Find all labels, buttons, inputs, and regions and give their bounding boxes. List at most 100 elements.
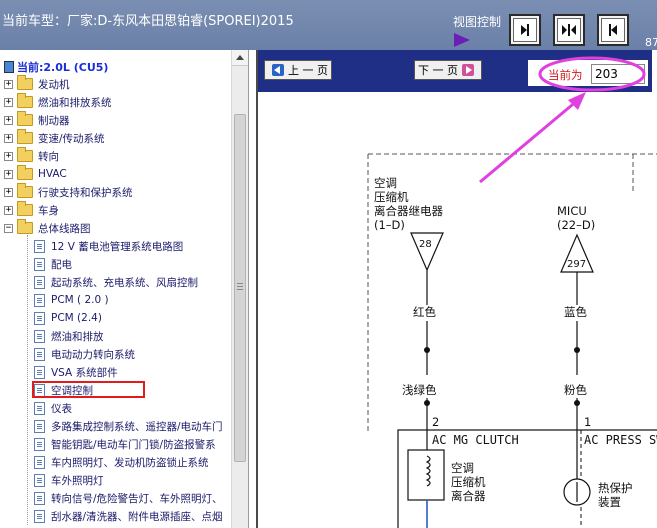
left-wire-color-2: 浅绿色 [402,383,437,397]
left-component-line4: (1–D) [374,218,405,232]
press-switch-label: AC PRESS SW [584,433,657,447]
expand-icon[interactable]: + [4,97,13,107]
title-bar: 当前车型：厂家:D-东风本田思铂睿(SPOREI)2015 视图控制 87 [0,0,657,50]
document-icon [34,491,45,505]
split-arrows-icon [562,24,576,36]
folder-icon [17,147,33,162]
press-desc-line2: 装置 [598,495,621,509]
tree-folder-transmission[interactable]: + 变速/传动系统 [4,129,105,147]
tree-doc[interactable]: 车外照明灯 [34,471,104,489]
clutch-desc-line2: 压缩机 [451,475,486,489]
tree-doc[interactable]: 燃油和排放 [34,327,104,345]
navigation-tree[interactable]: 当前:2.0L (CU5) + 发动机 + 燃油和排放系统 + 制动器 + 变速/传动系… [0,50,248,528]
right-wire-color-1: 蓝色 [564,305,587,319]
left-component-line3: 离合器继电器 [374,204,443,218]
prev-page-button[interactable]: 上 一 页 [264,60,332,80]
tree-folder-fuel[interactable]: + 燃油和排放系统 [4,93,112,111]
document-icon [34,365,45,379]
arrow-right-icon [462,64,474,76]
folder-icon [17,201,33,216]
tree-doc[interactable]: 12 V 蓄电池管理系统电路图 [34,237,183,255]
tree-folder-driving-support[interactable]: + 行驶支持和保护系统 [4,183,133,201]
tree-scrollbar[interactable] [231,50,248,528]
tree-doc[interactable]: 仪表 [34,399,72,417]
next-page-button[interactable]: 下 一 页 [414,60,482,80]
document-icon [34,311,45,325]
right-component-line2: (22–D) [557,218,595,232]
tree-doc[interactable]: 转向信号/危险警告灯、车外照明灯、 [34,489,223,507]
tree-doc[interactable]: 多路集成控制系统、遥控器/电动车门 [34,417,223,435]
view-next-button[interactable] [509,14,541,46]
folder-icon [17,93,33,108]
document-icon [34,347,45,361]
view-control-label: 视图控制 [453,15,502,29]
tree-folder-wiring[interactable]: − 总体线路图 [4,219,91,237]
tree-doc[interactable]: 配电 [34,255,72,273]
tree-guide-line [27,235,28,525]
tree-folder-engine[interactable]: + 发动机 [4,75,70,93]
folder-icon [17,129,33,144]
scrollbar-thumb[interactable] [234,114,246,462]
document-icon [34,293,45,307]
expand-icon[interactable]: + [4,115,13,125]
coil-icon [407,449,445,501]
tree-doc[interactable]: PCM (2.4) [34,309,102,327]
clutch-desc-line3: 离合器 [451,489,486,503]
document-icon [34,419,45,433]
tree-doc[interactable]: VSA 系统部件 [34,363,118,381]
current-page-box: 当前为 [528,60,648,86]
left-pin-number: 2 [432,415,439,429]
computer-icon [4,61,14,73]
panel-splitter[interactable] [248,50,258,528]
selection-highlight-box [32,381,145,398]
clutch-desc-line1: 空调 [451,461,474,475]
document-icon [34,239,45,253]
tree-doc[interactable]: 智能钥匙/电动车门门锁/防盗报警系 [34,435,216,453]
tree-folder-brakes[interactable]: + 制动器 [4,111,70,129]
arrow-left-icon [272,64,284,76]
view-prev-button[interactable] [597,14,629,46]
arrow-right-bar-icon [521,24,529,36]
left-component-line1: 空调 [374,176,397,190]
document-icon [34,401,45,415]
tree-doc[interactable]: 电动动力转向系统 [34,345,135,363]
expand-icon[interactable]: + [4,169,13,179]
tree-doc[interactable]: 起动系统、充电系统、风扇控制 [34,273,198,291]
folder-icon [17,165,33,180]
tree-folder-body[interactable]: + 车身 [4,201,59,219]
right-connector-number: 297 [567,259,586,270]
expand-icon[interactable]: + [4,133,13,143]
scroll-up-arrow-icon[interactable] [232,50,248,66]
document-icon [34,509,45,523]
view-split-button[interactable] [553,14,585,46]
collapse-icon[interactable]: − [4,223,13,233]
folder-open-icon [17,219,33,234]
right-pin-number: 1 [584,415,591,429]
arrow-left-bar-icon [609,24,617,36]
document-icon [34,275,45,289]
folder-icon [17,111,33,126]
document-icon [34,455,45,469]
expand-icon[interactable]: + [4,205,13,215]
tree-doc[interactable]: PCM ( 2.0 ) [34,291,109,309]
wiring-diagram: 空调 压缩机 离合器继电器 (1–D) MICU (22–D) 28 297 红… [258,92,657,528]
vehicle-model-text: 当前车型：厂家:D-东风本田思铂睿(SPOREI)2015 [2,14,294,29]
tree-folder-hvac[interactable]: + HVAC [4,165,67,183]
folder-icon [17,183,33,198]
expand-icon[interactable]: + [4,187,13,197]
tree-doc[interactable]: 刮水器/清洗器、附件电源插座、点烟 [34,507,223,525]
clutch-label: AC MG CLUTCH [432,433,519,447]
tree-doc[interactable]: 车内照明灯、发动机防盗锁止系统 [34,453,209,471]
expand-icon[interactable]: + [4,151,13,161]
left-component-line2: 压缩机 [374,190,409,204]
folder-icon [17,75,33,90]
document-icon [34,437,45,451]
document-icon [34,473,45,487]
tree-folder-steering[interactable]: + 转向 [4,147,59,165]
expand-icon[interactable]: + [4,79,13,89]
press-desc-line1: 热保护 [598,481,633,495]
document-icon [34,329,45,343]
right-wire-color-2: 粉色 [564,383,587,397]
current-page-input[interactable] [591,64,645,84]
left-connector-number: 28 [419,239,432,250]
